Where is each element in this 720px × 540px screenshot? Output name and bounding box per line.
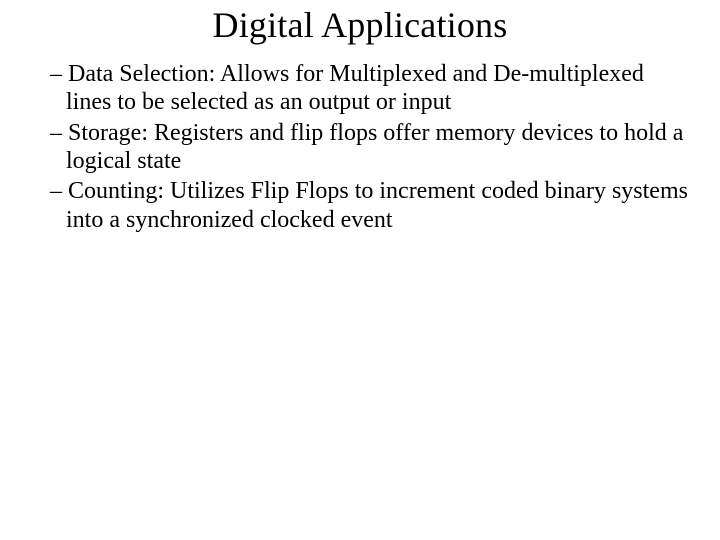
bullet-dash: –: [50, 61, 68, 87]
list-item: – Data Selection: Allows for Multiplexed…: [50, 60, 692, 117]
list-item: – Counting: Utilizes Flip Flops to incre…: [50, 177, 692, 234]
bullet-dash: –: [50, 120, 68, 146]
slide-title: Digital Applications: [28, 0, 692, 60]
bullet-list: – Data Selection: Allows for Multiplexed…: [28, 60, 692, 234]
bullet-text: Counting: Utilizes Flip Flops to increme…: [66, 178, 688, 232]
list-item: – Storage: Registers and flip flops offe…: [50, 119, 692, 176]
slide: Digital Applications – Data Selection: A…: [0, 0, 720, 540]
bullet-text: Storage: Registers and flip flops offer …: [66, 120, 683, 174]
bullet-dash: –: [50, 178, 68, 204]
bullet-text: Data Selection: Allows for Multiplexed a…: [66, 61, 644, 115]
